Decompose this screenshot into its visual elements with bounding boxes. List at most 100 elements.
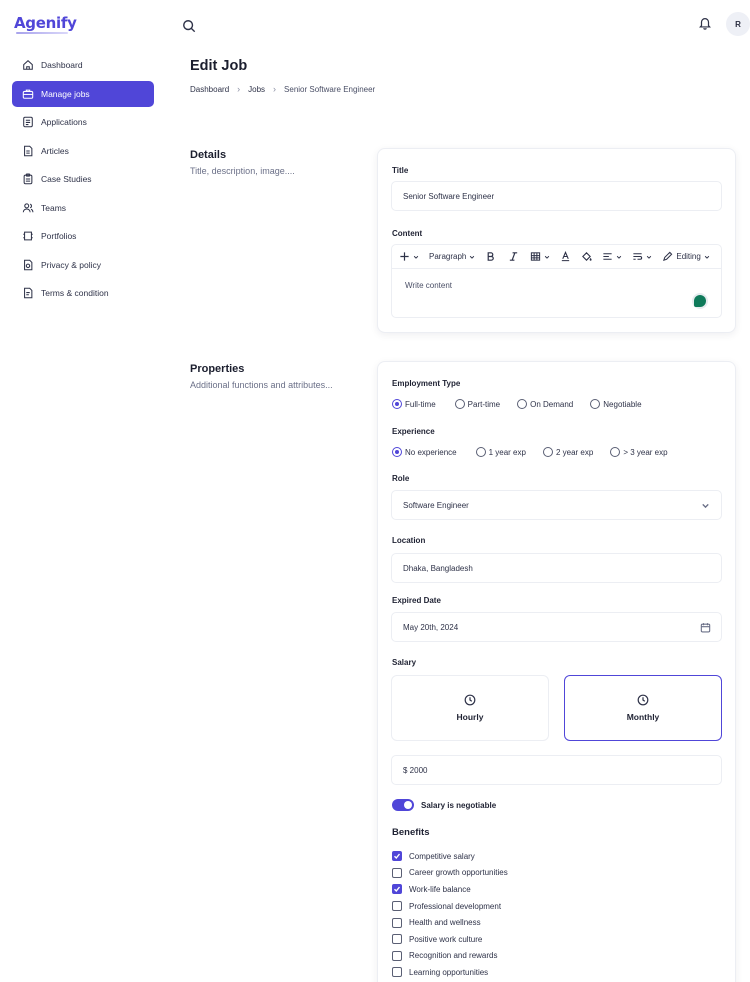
benefits-list: Competitive salary Career growth opportu… (392, 848, 508, 981)
role-select[interactable]: Software Engineer (391, 490, 722, 520)
radio-on-demand[interactable]: On Demand (517, 399, 573, 409)
paragraph-label: Paragraph (429, 252, 467, 261)
salary-monthly-option[interactable]: Monthly (564, 675, 722, 741)
benefit-label: Professional development (409, 901, 502, 911)
editor-toolbar: Paragraph Editing (392, 245, 721, 269)
wrap-dropdown[interactable] (632, 245, 652, 269)
sidebar-item-portfolios[interactable]: Portfolios (12, 223, 154, 249)
checkbox-unchecked[interactable] (392, 967, 402, 978)
editing-label: Editing (676, 252, 701, 261)
radio-label: 1 year exp (488, 447, 526, 457)
checkbox-unchecked[interactable] (392, 934, 402, 945)
search-icon[interactable] (182, 19, 196, 33)
benefit-recognition-rewards[interactable]: Recognition and rewards (392, 948, 508, 965)
radio-label: 2 year exp (555, 447, 594, 457)
content-editor[interactable]: Paragraph Editing Write content (391, 244, 722, 318)
expired-date-value: May 20th, 2024 (403, 622, 459, 632)
sidebar-item-privacy-policy[interactable]: Privacy & policy (12, 252, 154, 278)
expired-date-picker[interactable]: May 20th, 2024 (391, 612, 722, 642)
sidebar-item-applications[interactable]: Applications (12, 109, 154, 135)
role-label: Role (392, 474, 410, 483)
radio-label: Negotiable (603, 399, 642, 409)
plus-icon (400, 252, 409, 261)
benefit-learning-opportunities[interactable]: Learning opportunities (392, 964, 508, 981)
salary-monthly-label: Monthly (626, 712, 660, 722)
benefit-career-growth[interactable]: Career growth opportunities (392, 865, 508, 882)
terms-icon (24, 287, 33, 299)
radio-no-experience[interactable]: No experience (392, 447, 457, 457)
checkbox-unchecked[interactable] (392, 917, 402, 928)
portfolio-icon (23, 231, 33, 241)
sidebar: Dashboard Manage jobs Applications Artic… (12, 52, 154, 309)
breadcrumb-jobs[interactable]: Jobs (248, 85, 265, 94)
radio-3-plus-year[interactable]: > 3 year exp (610, 447, 668, 457)
chevron-down-icon (413, 255, 419, 259)
salary-negotiable-row: Salary is negotiable (392, 799, 496, 811)
notification-bell-icon[interactable] (698, 16, 712, 30)
salary-amount-input[interactable]: $ 2000 (391, 755, 722, 785)
clock-icon (464, 694, 476, 706)
salary-negotiable-toggle[interactable] (392, 799, 414, 811)
chevron-down-icon (704, 255, 710, 259)
editing-mode-dropdown[interactable]: Editing (662, 245, 710, 269)
user-avatar[interactable]: R (726, 12, 750, 36)
sidebar-item-teams[interactable]: Teams (12, 195, 154, 221)
chevron-down-icon (545, 255, 550, 259)
salary-hourly-option[interactable]: Hourly (391, 675, 549, 741)
insert-button[interactable] (399, 245, 419, 269)
details-card: Title Senior Software Engineer Content P… (377, 148, 736, 333)
radio-part-time[interactable]: Part-time (454, 399, 500, 409)
radio-full-time[interactable]: Full-time (392, 399, 436, 409)
salary-negotiable-label: Salary is negotiable (421, 800, 497, 810)
highlight-button[interactable] (581, 245, 592, 269)
chevron-down-icon (470, 255, 475, 259)
sidebar-item-dashboard[interactable]: Dashboard (12, 52, 154, 78)
paragraph-style-dropdown[interactable]: Paragraph (429, 245, 475, 269)
properties-section-subtitle: Additional functions and attributes... (190, 380, 333, 390)
title-input[interactable]: Senior Software Engineer (391, 181, 722, 211)
sidebar-item-manage-jobs[interactable]: Manage jobs (12, 80, 154, 107)
benefit-competitive-salary[interactable]: Competitive salary (392, 848, 508, 865)
checkbox-unchecked[interactable] (392, 950, 402, 961)
chevron-right-icon: › (273, 84, 277, 94)
location-input[interactable]: Dhaka, Bangladesh (391, 553, 722, 583)
title-input-value: Senior Software Engineer (403, 191, 495, 201)
benefit-health-wellness[interactable]: Health and wellness (392, 914, 508, 931)
sidebar-item-terms-condition[interactable]: Terms & condition (12, 280, 154, 306)
checkbox-checked[interactable] (392, 884, 402, 895)
home-icon (23, 60, 33, 70)
calendar-icon[interactable] (700, 622, 711, 633)
table-button[interactable] (530, 245, 550, 269)
breadcrumb-dashboard[interactable]: Dashboard (190, 85, 229, 94)
checkbox-checked[interactable] (392, 851, 402, 862)
radio-1-year[interactable]: 1 year exp (475, 447, 526, 457)
align-dropdown[interactable] (602, 245, 622, 269)
chevron-down-icon (702, 503, 709, 509)
benefit-label: Learning opportunities (409, 967, 489, 977)
clipboard-icon (23, 173, 33, 185)
text-wrap-icon (633, 253, 643, 260)
details-section-subtitle: Title, description, image.... (190, 166, 295, 176)
salary-hourly-label: Hourly (456, 712, 484, 722)
chat-assistant-icon[interactable] (692, 293, 708, 309)
benefit-work-life-balance[interactable]: Work-life balance (392, 881, 508, 898)
sidebar-item-articles[interactable]: Articles (12, 138, 154, 164)
benefits-label: Benefits (392, 827, 430, 838)
sidebar-item-label: Portfolios (41, 231, 77, 241)
radio-2-year[interactable]: 2 year exp (542, 447, 594, 457)
bold-button[interactable] (485, 245, 496, 269)
italic-button[interactable] (508, 245, 519, 269)
app-logo[interactable]: Agenify (14, 14, 77, 32)
checkbox-unchecked[interactable] (392, 867, 402, 878)
benefit-label: Recognition and rewards (409, 951, 498, 961)
text-color-icon (562, 251, 570, 262)
checkbox-unchecked[interactable] (392, 901, 402, 912)
sidebar-item-case-studies[interactable]: Case Studies (12, 166, 154, 192)
radio-label: Full-time (405, 399, 436, 409)
benefit-positive-culture[interactable]: Positive work culture (392, 931, 508, 948)
text-color-button[interactable] (560, 245, 571, 269)
radio-negotiable[interactable]: Negotiable (590, 399, 642, 409)
role-value: Software Engineer (403, 500, 469, 510)
salary-label: Salary (392, 658, 417, 667)
benefit-professional-development[interactable]: Professional development (392, 898, 508, 915)
